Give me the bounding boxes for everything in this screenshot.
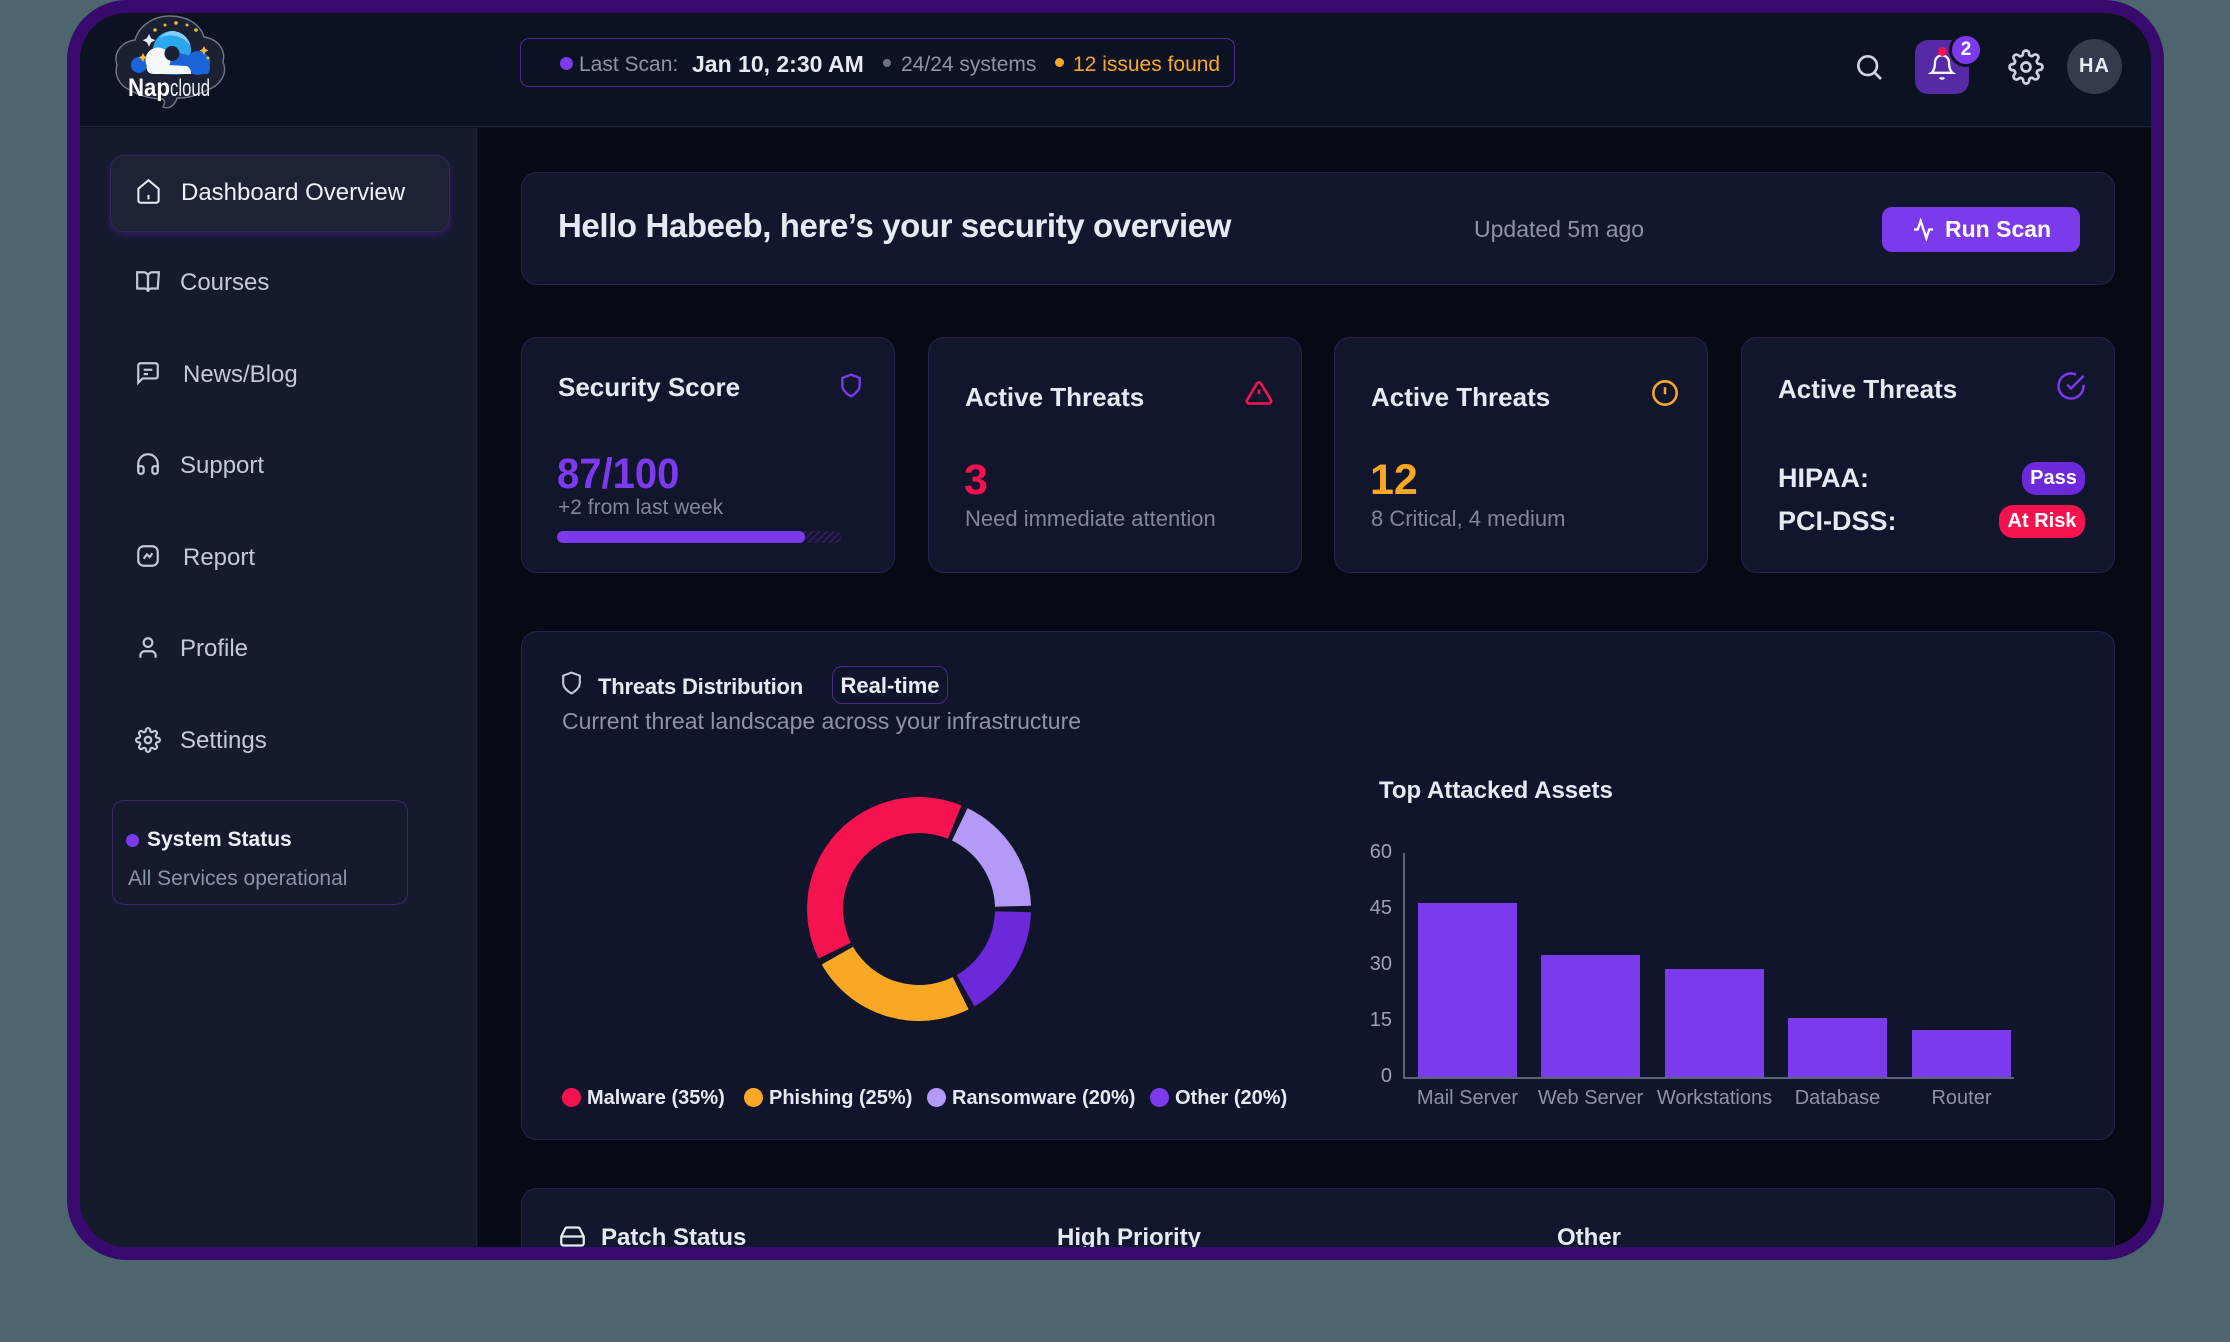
svg-text:Nap: Nap [128, 74, 170, 102]
svg-text:cloud: cloud [170, 75, 210, 102]
